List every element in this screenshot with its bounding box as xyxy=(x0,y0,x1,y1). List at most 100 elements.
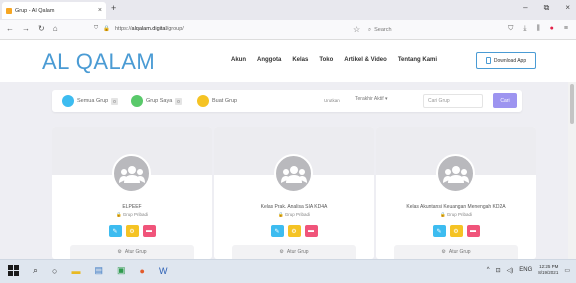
filter-saya-count: 0 xyxy=(175,97,182,105)
phone-icon xyxy=(485,57,491,64)
group-card: Kelas Akuntansi Keuangan Menengah KD2A 🔒… xyxy=(376,127,536,259)
site-favicon-icon xyxy=(6,7,12,14)
photos-icon[interactable]: ▣ xyxy=(117,265,126,276)
menu-item-anggota[interactable]: Anggota xyxy=(257,57,281,63)
delete-group-button[interactable]: ▬ xyxy=(142,225,156,237)
atur-grup-button[interactable]: ⚙ Atur Grup xyxy=(394,245,518,259)
pencil-icon xyxy=(197,95,209,107)
search-button[interactable]: Cari xyxy=(493,93,517,108)
firefox-icon[interactable]: ● xyxy=(140,266,145,276)
delete-group-button[interactable]: ▬ xyxy=(466,225,480,237)
edit-group-button[interactable]: ✎ xyxy=(270,225,284,237)
store-icon[interactable]: ▤ xyxy=(94,265,103,276)
atur-grup-button[interactable]: ⚙ Atur Grup xyxy=(70,245,194,259)
file-explorer-icon[interactable]: ▬ xyxy=(71,266,80,276)
browser-nav-bar: ← → ↻ ⌂ ⛉ 🔒 https://alqalam.digital/grou… xyxy=(0,20,576,40)
back-arrow-icon[interactable]: ← xyxy=(6,24,14,33)
delete-group-button[interactable]: ▬ xyxy=(304,225,318,237)
group-type: 🔒 Grup Pribadi xyxy=(115,212,149,217)
page-scrollbar[interactable] xyxy=(568,82,576,259)
volume-icon[interactable]: ◁) xyxy=(507,267,514,274)
filter-saya-label: Grup Saya xyxy=(146,98,173,104)
user-group-icon xyxy=(131,95,143,107)
edit-group-button[interactable]: ✎ xyxy=(432,225,446,237)
atur-grup-button[interactable]: ⚙ Atur Grup xyxy=(232,245,356,259)
menu-item-artikel-video[interactable]: Artikel & Video xyxy=(344,57,387,63)
language-indicator[interactable]: ENG xyxy=(519,267,532,273)
site-logo[interactable]: AL QALAM xyxy=(42,49,155,75)
library-icon[interactable]: ⫼ xyxy=(536,25,539,33)
group-type: 🔒 Grup Pribadi xyxy=(439,212,473,217)
search-icon: ⌕ xyxy=(368,26,372,33)
browser-search-box[interactable]: ⌕ Search xyxy=(368,24,488,36)
pocket-icon[interactable]: ⛉ xyxy=(508,25,513,33)
site-header: AL QALAM Akun Anggota Kelas Toko Artikel… xyxy=(0,40,576,82)
windows-taskbar: ⌕ ○ ▬ ▤ ▣ ● W ^ ⊡ ◁) ENG 12:25 PM 8/19/2… xyxy=(0,259,576,283)
browser-tab[interactable]: Grup - Al Qalam × xyxy=(2,2,106,19)
tray-chevron-icon[interactable]: ^ xyxy=(487,267,490,273)
group-avatar-icon xyxy=(436,154,475,193)
filter-grup-saya[interactable]: Grup Saya 0 xyxy=(131,95,182,107)
settings-group-button[interactable]: ⚙ xyxy=(449,225,463,237)
lock-icon: 🔒 xyxy=(103,25,110,32)
windows-start-icon[interactable] xyxy=(8,265,19,276)
word-icon[interactable]: W xyxy=(159,266,168,276)
group-card: ELPEEF 🔒 Grup Pribadi ✎ ⚙ ▬ ⚙ Atur Grup xyxy=(52,127,212,259)
group-filter-bar: Semua Grup 0 Grup Saya 0 Buat Grup Urutk… xyxy=(52,90,522,112)
main-menu: Akun Anggota Kelas Toko Artikel & Video … xyxy=(231,57,437,63)
url-text: https://alqalam.digital/group/ xyxy=(115,25,184,32)
search-icon[interactable]: ⌕ xyxy=(33,265,38,276)
settings-group-button[interactable]: ⚙ xyxy=(125,225,139,237)
home-icon[interactable]: ⌂ xyxy=(53,24,58,33)
group-search-input[interactable]: Cari Grup xyxy=(423,94,483,108)
group-name[interactable]: Kelas Akuntansi Keuangan Menengah KD2A xyxy=(376,204,536,210)
forward-arrow-icon[interactable]: → xyxy=(22,24,30,33)
bookmark-star-icon[interactable]: ☆ xyxy=(353,25,360,34)
maximize-button[interactable]: ⧉ xyxy=(544,3,550,13)
download-app-label: Download App xyxy=(493,57,527,64)
download-icon[interactable]: ⤓ xyxy=(523,25,526,33)
group-type: 🔒 Grup Pribadi xyxy=(277,212,311,217)
system-clock[interactable]: 12:25 PM 8/19/2021 xyxy=(538,264,558,276)
menu-item-tentang-kami[interactable]: Tentang Kami xyxy=(398,57,437,63)
sort-label: Urutkan xyxy=(324,98,340,103)
tab-close-button[interactable]: × xyxy=(98,7,102,14)
filter-semua-count: 0 xyxy=(111,97,118,105)
close-window-button[interactable]: × xyxy=(565,3,570,13)
buat-grup-label: Buat Grup xyxy=(212,98,238,104)
new-tab-button[interactable]: + xyxy=(111,3,116,13)
menu-item-toko[interactable]: Toko xyxy=(319,57,333,63)
filter-semua-label: Semua Grup xyxy=(77,98,109,104)
url-bar[interactable]: ⛉ 🔒 https://alqalam.digital/group/ xyxy=(94,25,184,32)
browser-tab-bar: Grup - Al Qalam × + – ⧉ × xyxy=(0,0,576,20)
tab-title: Grup - Al Qalam xyxy=(15,7,55,14)
group-name[interactable]: ELPEEF xyxy=(52,204,212,210)
window-controls: – ⧉ × xyxy=(523,3,570,13)
gear-icon: ⚙ xyxy=(279,249,284,255)
menu-item-kelas[interactable]: Kelas xyxy=(292,57,308,63)
reload-icon[interactable]: ↻ xyxy=(38,24,45,33)
task-view-icon[interactable]: ○ xyxy=(52,266,57,276)
network-icon[interactable]: ⊡ xyxy=(496,267,501,274)
filter-semua-grup[interactable]: Semua Grup 0 xyxy=(62,95,118,107)
gear-icon: ⚙ xyxy=(441,249,446,255)
clock-date: 8/19/2021 xyxy=(538,270,559,275)
gear-icon: ⚙ xyxy=(117,249,122,255)
sort-select[interactable]: Terakhir Aktif ▾ xyxy=(355,96,388,102)
group-avatar-icon xyxy=(274,154,313,193)
group-card: Kelas Prak. Analisa SIA KD4A 🔒 Grup Prib… xyxy=(214,127,374,259)
edit-group-button[interactable]: ✎ xyxy=(108,225,122,237)
notification-icon[interactable]: ▭ xyxy=(564,267,570,274)
group-name[interactable]: Kelas Prak. Analisa SIA KD4A xyxy=(214,204,374,210)
group-avatar-icon xyxy=(112,154,151,193)
minimize-button[interactable]: – xyxy=(523,3,527,13)
extension-icon[interactable]: ● xyxy=(550,25,554,33)
menu-icon[interactable]: ≡ xyxy=(564,25,568,33)
download-app-button[interactable]: Download App xyxy=(476,52,536,69)
buat-grup-button[interactable]: Buat Grup xyxy=(197,95,237,107)
browser-search-placeholder: Search xyxy=(374,27,392,33)
menu-item-akun[interactable]: Akun xyxy=(231,57,246,63)
shield-icon: ⛉ xyxy=(94,25,99,31)
group-icon xyxy=(62,95,74,107)
settings-group-button[interactable]: ⚙ xyxy=(287,225,301,237)
